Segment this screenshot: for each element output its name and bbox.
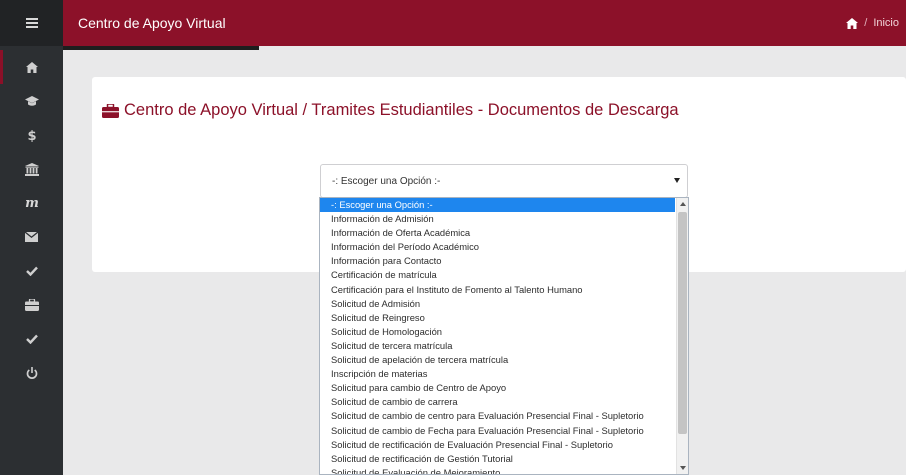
- option-item[interactable]: Información de Admisión: [320, 212, 675, 226]
- graduation-cap-icon: [24, 95, 39, 106]
- svg-text:$: $: [27, 129, 36, 142]
- home-icon: [25, 61, 38, 73]
- option-item[interactable]: Inscripción de materias: [320, 367, 675, 381]
- check-icon: [25, 334, 38, 344]
- briefcase-icon: [24, 299, 39, 311]
- option-item[interactable]: Certificación para el Instituto de Fomen…: [320, 283, 675, 297]
- sidebar-item-logout[interactable]: [0, 356, 63, 390]
- menu-toggle-button[interactable]: [0, 0, 63, 46]
- option-item[interactable]: Información de Oferta Académica: [320, 226, 675, 240]
- sidebar-item-procedures[interactable]: [0, 288, 63, 322]
- option-item[interactable]: Solicitud para cambio de Centro de Apoyo: [320, 381, 675, 395]
- option-item[interactable]: Solicitud de cambio de Fecha para Evalua…: [320, 424, 675, 438]
- power-icon: [26, 367, 37, 379]
- sidebar-item-academic[interactable]: [0, 84, 63, 118]
- option-item[interactable]: -: Escoger una Opción :-: [320, 198, 675, 213]
- scroll-up-icon[interactable]: [677, 198, 688, 210]
- option-list-scrollbar[interactable]: [676, 198, 688, 474]
- sidebar-item-moodle[interactable]: m: [0, 186, 63, 220]
- home-icon[interactable]: [846, 17, 859, 29]
- top-navbar: Centro de Apoyo Virtual / Inicio: [63, 0, 906, 50]
- institution-icon: [24, 162, 39, 176]
- scrollbar-thumb[interactable]: [678, 212, 687, 434]
- option-item[interactable]: Solicitud de rectificación de Evaluación…: [320, 438, 675, 452]
- option-item[interactable]: Solicitud de tercera matrícula: [320, 339, 675, 353]
- option-item[interactable]: Información del Período Académico: [320, 240, 675, 254]
- briefcase-icon: [102, 103, 119, 118]
- sidebar-item-tasks[interactable]: [0, 254, 63, 288]
- option-item[interactable]: Solicitud de rectificación de Gestión Tu…: [320, 452, 675, 466]
- document-type-select[interactable]: -: Escoger una Opción :-: [320, 164, 688, 198]
- option-item[interactable]: Solicitud de cambio de carrera: [320, 395, 675, 409]
- title-accent-bar: [63, 46, 259, 50]
- breadcrumb-current[interactable]: Inicio: [873, 17, 899, 29]
- hamburger-icon: [25, 18, 38, 28]
- sidebar-item-messages[interactable]: [0, 220, 63, 254]
- breadcrumb-separator: /: [864, 17, 868, 29]
- page-title-text: Centro de Apoyo Virtual / Tramites Estud…: [124, 101, 679, 119]
- option-item[interactable]: Certificación de matrícula: [320, 268, 675, 282]
- option-item[interactable]: Solicitud de Evaluación de Mejoramiento: [320, 466, 675, 474]
- sidebar-item-payments[interactable]: $: [0, 118, 63, 152]
- option-list: -: Escoger una Opción :- Información de …: [320, 198, 675, 474]
- option-item[interactable]: Solicitud de apelación de tercera matríc…: [320, 353, 675, 367]
- sidebar-item-institution[interactable]: [0, 152, 63, 186]
- option-item[interactable]: Información para Contacto: [320, 254, 675, 268]
- scroll-down-icon[interactable]: [677, 462, 688, 474]
- sidebar: $ m: [0, 0, 63, 475]
- moodle-m-icon: m: [25, 197, 39, 209]
- document-type-options[interactable]: -: Escoger una Opción :- Información de …: [319, 197, 689, 475]
- dollar-icon: $: [27, 129, 36, 142]
- page-title: Centro de Apoyo Virtual / Tramites Estud…: [102, 101, 679, 120]
- check-icon: [25, 266, 38, 276]
- sidebar-item-home[interactable]: [0, 50, 63, 84]
- option-item[interactable]: Solicitud de Reingreso: [320, 311, 675, 325]
- breadcrumb: / Inicio: [846, 0, 899, 46]
- option-item[interactable]: Solicitud de cambio de centro para Evalu…: [320, 409, 675, 423]
- svg-text:m: m: [25, 197, 39, 209]
- select-value: -: Escoger una Opción :-: [332, 176, 441, 187]
- envelope-icon: [25, 232, 38, 242]
- app-title: Centro de Apoyo Virtual: [78, 15, 226, 31]
- option-item[interactable]: Solicitud de Admisión: [320, 297, 675, 311]
- option-item[interactable]: Solicitud de Homologación: [320, 325, 675, 339]
- chevron-down-icon: [674, 178, 680, 183]
- sidebar-item-approvals[interactable]: [0, 322, 63, 356]
